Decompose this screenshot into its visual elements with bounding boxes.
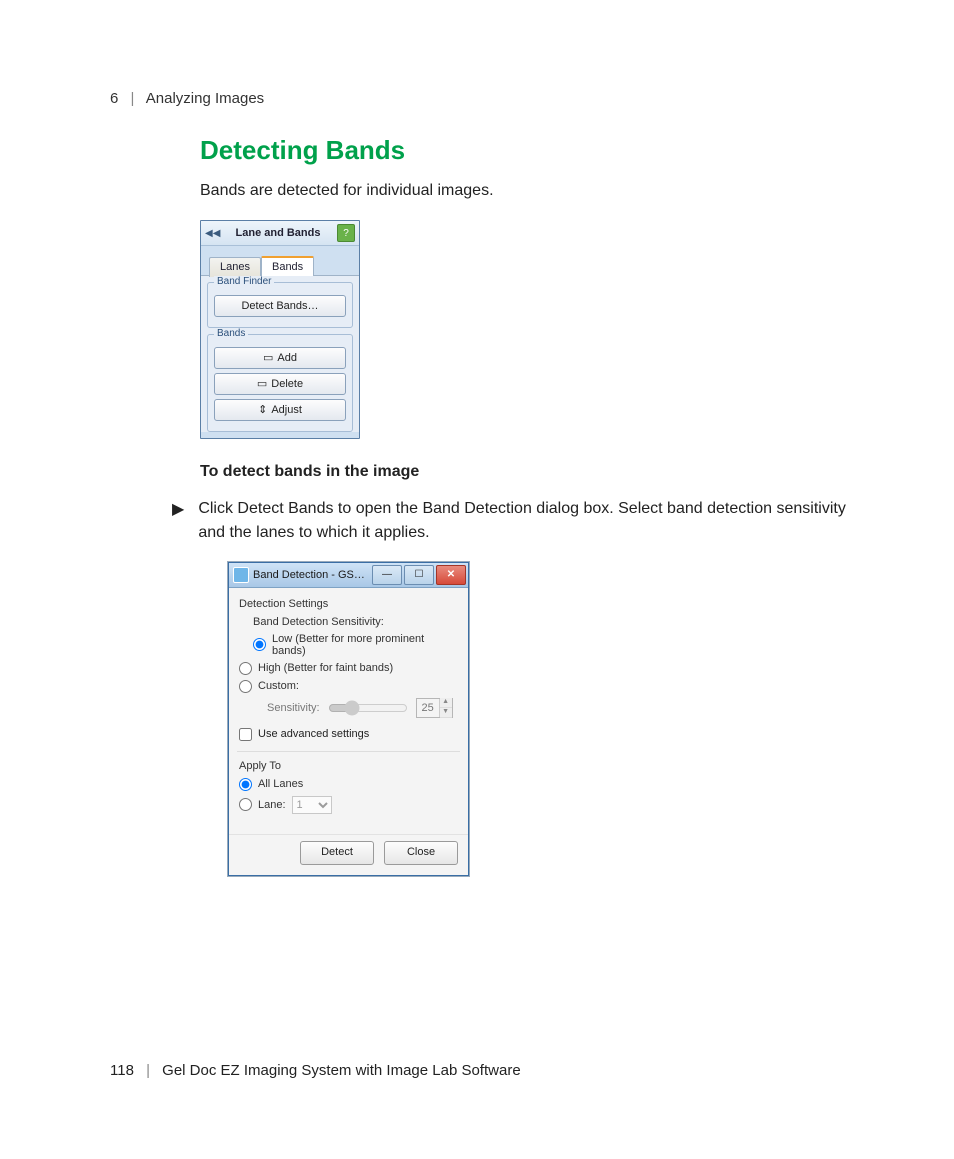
header-separator: |	[131, 90, 135, 107]
radio-high[interactable]: High (Better for faint bands)	[239, 662, 458, 675]
adjust-icon: ⇕	[258, 400, 267, 420]
sensitivity-slider-row: Sensitivity: 25 ▲▼	[267, 698, 458, 718]
lane-label: Lane:	[258, 799, 286, 811]
minimize-button[interactable]: —	[372, 565, 402, 585]
spin-down-icon[interactable]: ▼	[440, 708, 452, 718]
close-window-button[interactable]: ✕	[436, 565, 466, 585]
radio-lane[interactable]: Lane: 1	[239, 796, 458, 814]
delete-icon: ▭	[257, 374, 267, 394]
detection-settings-group: Detection Settings Band Detection Sensit…	[239, 598, 458, 741]
close-button[interactable]: Close	[384, 841, 458, 865]
chapter-title: Analyzing Images	[146, 90, 264, 107]
help-icon[interactable]: ?	[337, 224, 355, 242]
dialog-app-icon	[233, 567, 249, 583]
footer-separator: |	[146, 1062, 150, 1079]
add-icon: ▭	[263, 348, 273, 368]
band-finder-group: Band Finder Detect Bands…	[207, 282, 353, 328]
panel-tabs: Lanes Bands	[201, 246, 359, 276]
bands-group: Bands ▭Add ▭Delete ⇕Adjust	[207, 334, 353, 432]
sensitivity-spinner[interactable]: 25 ▲▼	[416, 698, 453, 718]
radio-lane-input[interactable]	[239, 798, 252, 811]
sensitivity-label: Band Detection Sensitivity:	[253, 616, 458, 628]
dialog-title: Band Detection - GS…	[253, 569, 372, 581]
radio-custom[interactable]: Custom:	[239, 680, 458, 693]
radio-low[interactable]: Low (Better for more prominent bands)	[253, 633, 458, 657]
lane-select[interactable]: 1	[292, 796, 332, 814]
radio-all-lanes-input[interactable]	[239, 778, 252, 791]
adjust-button[interactable]: ⇕Adjust	[214, 399, 346, 421]
add-button[interactable]: ▭Add	[214, 347, 346, 369]
detection-settings-label: Detection Settings	[239, 598, 458, 610]
radio-custom-input[interactable]	[239, 680, 252, 693]
page-header: 6 | Analyzing Images	[110, 90, 854, 107]
page-number: 118	[110, 1062, 134, 1079]
chapter-number: 6	[110, 90, 118, 107]
advanced-checkbox-row[interactable]: Use advanced settings	[239, 728, 458, 741]
step-text: Click Detect Bands to open the Band Dete…	[198, 497, 854, 543]
maximize-button[interactable]: ☐	[404, 565, 434, 585]
step-row: ▶ Click Detect Bands to open the Band De…	[172, 497, 854, 543]
detect-button[interactable]: Detect	[300, 841, 374, 865]
dialog-titlebar: Band Detection - GS… — ☐ ✕	[229, 563, 468, 588]
bands-legend: Bands	[214, 328, 248, 339]
sensitivity-value: 25	[417, 699, 440, 717]
tab-lanes[interactable]: Lanes	[209, 257, 261, 277]
step-arrow-icon: ▶	[172, 499, 184, 519]
radio-all-lanes[interactable]: All Lanes	[239, 778, 458, 791]
delete-button[interactable]: ▭Delete	[214, 373, 346, 395]
panel-title: Lane and Bands	[219, 227, 337, 239]
sensitivity-word: Sensitivity:	[267, 702, 320, 714]
band-detection-dialog: Band Detection - GS… — ☐ ✕ Detection Set…	[228, 562, 469, 876]
lane-and-bands-panel: ◀◀ Lane and Bands ? Lanes Bands Band Fin…	[200, 220, 360, 439]
tab-bands[interactable]: Bands	[261, 256, 314, 276]
section-heading: Detecting Bands	[200, 135, 854, 166]
advanced-checkbox[interactable]	[239, 728, 252, 741]
collapse-icon[interactable]: ◀◀	[205, 228, 219, 239]
apply-to-label: Apply To	[239, 760, 458, 772]
spin-up-icon[interactable]: ▲	[440, 698, 452, 708]
page-footer: 118 | Gel Doc EZ Imaging System with Ima…	[110, 1062, 521, 1079]
group-separator	[237, 751, 460, 752]
panel-titlebar: ◀◀ Lane and Bands ?	[201, 221, 359, 246]
radio-high-input[interactable]	[239, 662, 252, 675]
intro-paragraph: Bands are detected for individual images…	[200, 180, 854, 202]
procedure-subhead: To detect bands in the image	[200, 463, 854, 481]
apply-to-group: Apply To All Lanes Lane: 1	[239, 760, 458, 814]
product-name: Gel Doc EZ Imaging System with Image Lab…	[162, 1062, 520, 1079]
radio-low-input[interactable]	[253, 638, 266, 651]
detect-bands-button[interactable]: Detect Bands…	[214, 295, 346, 317]
band-finder-legend: Band Finder	[214, 276, 274, 287]
sensitivity-slider[interactable]	[328, 700, 408, 716]
